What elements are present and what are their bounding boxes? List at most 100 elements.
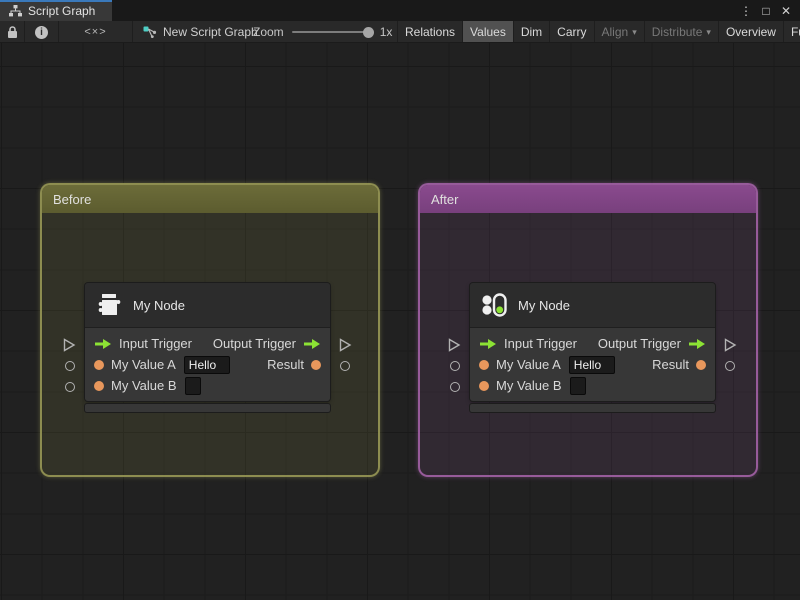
chevron-down-icon: ▾ bbox=[706, 26, 711, 37]
value-b-port-icon[interactable] bbox=[479, 380, 489, 391]
values-button[interactable]: Values bbox=[463, 21, 513, 42]
output-trigger-label: Output Trigger bbox=[597, 336, 681, 351]
zoom-slider[interactable] bbox=[291, 26, 374, 38]
node-body: Input Trigger Output Trigger My Value A … bbox=[470, 328, 715, 401]
node-body: Input Trigger Output Trigger My Value A … bbox=[85, 328, 330, 401]
align-dropdown[interactable]: Align ▾ bbox=[595, 21, 644, 42]
graph-toolbar: i <×> New Script Graph Zoom 1x Relations… bbox=[0, 21, 800, 43]
values-label: Values bbox=[470, 25, 506, 39]
info-button[interactable]: i bbox=[25, 21, 58, 42]
carry-label: Carry bbox=[557, 25, 587, 39]
trigger-row: Input Trigger Output Trigger bbox=[85, 333, 330, 354]
output-trigger-port-icon[interactable] bbox=[303, 338, 321, 350]
input-trigger-label: Input Trigger bbox=[119, 336, 192, 351]
carry-button[interactable]: Carry bbox=[550, 21, 593, 42]
dim-button[interactable]: Dim bbox=[514, 21, 549, 42]
box-node-icon bbox=[95, 291, 123, 319]
relations-button[interactable]: Relations bbox=[398, 21, 462, 42]
graph-hierarchy-icon bbox=[9, 4, 22, 17]
value-b-input[interactable] bbox=[569, 376, 586, 395]
external-result-port[interactable] bbox=[340, 360, 350, 371]
dim-label: Dim bbox=[520, 25, 543, 39]
node-my-node-before[interactable]: My Node Input Trigger Output Trigger My … bbox=[63, 283, 352, 412]
node-footer bbox=[470, 404, 715, 412]
result-label: Result bbox=[267, 357, 304, 372]
full-screen-button[interactable]: Full Scr bbox=[784, 21, 800, 42]
value-b-label: My Value B bbox=[111, 378, 177, 393]
relations-label: Relations bbox=[405, 25, 456, 39]
zoom-label: Zoom bbox=[253, 25, 284, 39]
menu-icon[interactable]: ⋮ bbox=[738, 4, 754, 18]
code-view-button[interactable]: <×> bbox=[59, 21, 132, 42]
info-icon: i bbox=[35, 25, 48, 39]
input-trigger-label: Input Trigger bbox=[504, 336, 577, 351]
value-b-row: My Value B bbox=[470, 375, 715, 396]
value-b-input[interactable] bbox=[184, 376, 201, 395]
overview-label: Overview bbox=[725, 25, 776, 39]
input-trigger-port-icon[interactable] bbox=[479, 338, 497, 350]
external-output-trigger-port[interactable] bbox=[724, 338, 737, 355]
value-a-row: My Value A Result bbox=[85, 354, 330, 375]
lock-icon bbox=[7, 25, 18, 39]
tab-script-graph[interactable]: Script Graph bbox=[0, 0, 112, 21]
graph-asset-icon bbox=[143, 26, 157, 38]
zoom-slider-knob[interactable] bbox=[362, 26, 374, 38]
maximize-icon[interactable]: □ bbox=[758, 4, 774, 18]
graph-name-label: New Script Graph bbox=[163, 25, 258, 39]
node-title: My Node bbox=[133, 297, 186, 313]
external-value-a-port[interactable] bbox=[65, 360, 75, 371]
result-port-icon[interactable] bbox=[311, 359, 321, 370]
external-result-port[interactable] bbox=[725, 360, 735, 371]
group-after-title: After bbox=[431, 191, 459, 207]
full-screen-label: Full Scr bbox=[790, 25, 800, 39]
value-a-input[interactable] bbox=[183, 355, 230, 374]
zoom-value: 1x bbox=[379, 25, 393, 39]
output-trigger-port-icon[interactable] bbox=[688, 338, 706, 350]
group-before-title: Before bbox=[53, 191, 92, 207]
toolbar-left: i <×> New Script Graph bbox=[0, 21, 268, 42]
value-a-label: My Value A bbox=[111, 357, 176, 372]
node-my-node-after[interactable]: My Node Input Trigger Output Trigger My … bbox=[448, 283, 737, 412]
tab-title: Script Graph bbox=[28, 3, 96, 18]
close-icon[interactable]: ✕ bbox=[778, 4, 794, 18]
value-b-port-icon[interactable] bbox=[94, 380, 104, 391]
toolbar-right: Relations Values Dim Carry Align ▾ Distr… bbox=[397, 21, 800, 42]
toggle-node-icon bbox=[480, 291, 508, 319]
value-a-input[interactable] bbox=[568, 355, 615, 374]
code-icon: <×> bbox=[84, 26, 107, 38]
external-output-trigger-port[interactable] bbox=[339, 338, 352, 355]
value-b-row: My Value B bbox=[85, 375, 330, 396]
result-port-icon[interactable] bbox=[696, 359, 706, 370]
distribute-dropdown[interactable]: Distribute ▾ bbox=[645, 21, 718, 42]
overview-button[interactable]: Overview bbox=[719, 21, 783, 42]
output-trigger-label: Output Trigger bbox=[212, 336, 296, 351]
group-before-header[interactable]: Before bbox=[42, 185, 378, 213]
value-b-label: My Value B bbox=[496, 378, 562, 393]
value-a-port-icon[interactable] bbox=[479, 359, 489, 370]
new-script-graph-button[interactable]: New Script Graph bbox=[133, 21, 268, 42]
value-a-port-icon[interactable] bbox=[94, 359, 104, 370]
distribute-label: Distribute bbox=[651, 25, 703, 39]
value-a-row: My Value A Result bbox=[470, 354, 715, 375]
input-trigger-port-icon[interactable] bbox=[94, 338, 112, 350]
external-value-b-port[interactable] bbox=[450, 381, 460, 392]
chevron-down-icon: ▾ bbox=[632, 26, 637, 37]
trigger-row: Input Trigger Output Trigger bbox=[470, 333, 715, 354]
group-after-header[interactable]: After bbox=[420, 185, 756, 213]
lock-button[interactable] bbox=[0, 21, 24, 42]
align-label: Align bbox=[601, 25, 629, 39]
tab-bar: Script Graph ⋮ □ ✕ bbox=[0, 0, 800, 21]
node-footer bbox=[85, 404, 330, 412]
external-value-a-port[interactable] bbox=[450, 360, 460, 371]
result-label: Result bbox=[652, 357, 689, 372]
value-a-label: My Value A bbox=[496, 357, 561, 372]
node-header[interactable]: My Node bbox=[470, 283, 715, 328]
window-controls: ⋮ □ ✕ bbox=[738, 0, 800, 21]
node-header[interactable]: My Node bbox=[85, 283, 330, 328]
zoom-control: Zoom 1x bbox=[253, 21, 393, 42]
script-graph-window: Script Graph ⋮ □ ✕ i <×> New Script Grap… bbox=[0, 0, 800, 600]
external-input-trigger-port[interactable] bbox=[63, 338, 76, 355]
node-title: My Node bbox=[518, 297, 571, 313]
external-input-trigger-port[interactable] bbox=[448, 338, 461, 355]
external-value-b-port[interactable] bbox=[65, 381, 75, 392]
